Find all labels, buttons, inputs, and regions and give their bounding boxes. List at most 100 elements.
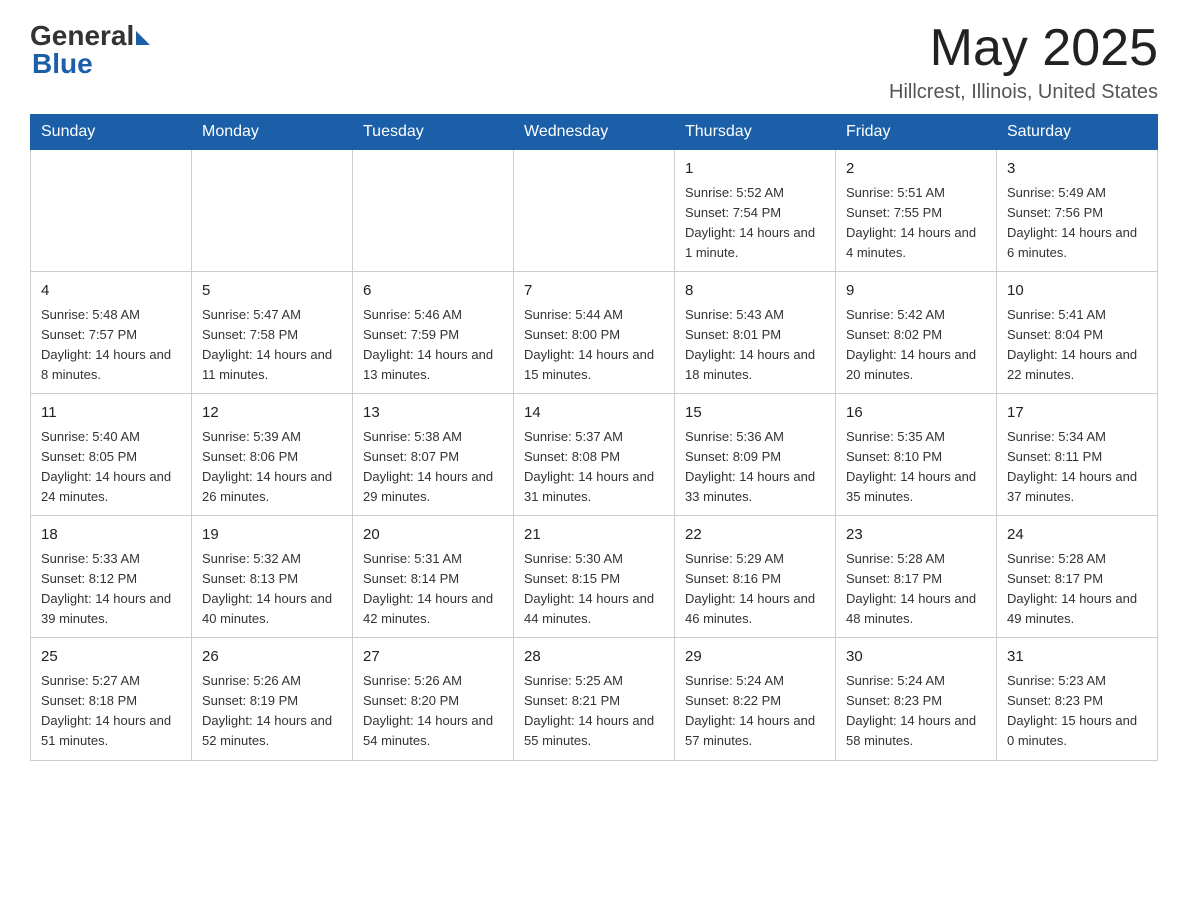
calendar-cell: 27Sunrise: 5:26 AM Sunset: 8:20 PM Dayli… <box>353 638 514 760</box>
weekday-header-monday: Monday <box>192 115 353 150</box>
calendar-table: SundayMondayTuesdayWednesdayThursdayFrid… <box>30 114 1158 760</box>
day-number: 3 <box>1007 158 1147 181</box>
logo-arrow-icon <box>136 31 150 45</box>
day-number: 20 <box>363 524 503 547</box>
day-number: 4 <box>41 280 181 303</box>
calendar-cell <box>192 150 353 272</box>
cell-info: Sunrise: 5:29 AM Sunset: 8:16 PM Dayligh… <box>685 549 825 630</box>
calendar-cell: 20Sunrise: 5:31 AM Sunset: 8:14 PM Dayli… <box>353 516 514 638</box>
calendar-cell: 26Sunrise: 5:26 AM Sunset: 8:19 PM Dayli… <box>192 638 353 760</box>
page-header: General Blue May 2025 Hillcrest, Illinoi… <box>30 20 1158 104</box>
day-number: 5 <box>202 280 342 303</box>
calendar-cell: 16Sunrise: 5:35 AM Sunset: 8:10 PM Dayli… <box>836 394 997 516</box>
day-number: 1 <box>685 158 825 181</box>
calendar-cell: 9Sunrise: 5:42 AM Sunset: 8:02 PM Daylig… <box>836 272 997 394</box>
cell-info: Sunrise: 5:46 AM Sunset: 7:59 PM Dayligh… <box>363 305 503 386</box>
calendar-cell: 18Sunrise: 5:33 AM Sunset: 8:12 PM Dayli… <box>31 516 192 638</box>
weekday-header-tuesday: Tuesday <box>353 115 514 150</box>
calendar-cell: 22Sunrise: 5:29 AM Sunset: 8:16 PM Dayli… <box>675 516 836 638</box>
cell-info: Sunrise: 5:32 AM Sunset: 8:13 PM Dayligh… <box>202 549 342 630</box>
day-number: 2 <box>846 158 986 181</box>
day-number: 29 <box>685 646 825 669</box>
day-number: 19 <box>202 524 342 547</box>
day-number: 26 <box>202 646 342 669</box>
calendar-cell: 2Sunrise: 5:51 AM Sunset: 7:55 PM Daylig… <box>836 150 997 272</box>
day-number: 24 <box>1007 524 1147 547</box>
day-number: 27 <box>363 646 503 669</box>
calendar-cell: 11Sunrise: 5:40 AM Sunset: 8:05 PM Dayli… <box>31 394 192 516</box>
cell-info: Sunrise: 5:36 AM Sunset: 8:09 PM Dayligh… <box>685 427 825 508</box>
day-number: 23 <box>846 524 986 547</box>
cell-info: Sunrise: 5:41 AM Sunset: 8:04 PM Dayligh… <box>1007 305 1147 386</box>
cell-info: Sunrise: 5:30 AM Sunset: 8:15 PM Dayligh… <box>524 549 664 630</box>
day-number: 10 <box>1007 280 1147 303</box>
calendar-cell: 1Sunrise: 5:52 AM Sunset: 7:54 PM Daylig… <box>675 150 836 272</box>
calendar-cell: 3Sunrise: 5:49 AM Sunset: 7:56 PM Daylig… <box>997 150 1158 272</box>
cell-info: Sunrise: 5:26 AM Sunset: 8:19 PM Dayligh… <box>202 671 342 752</box>
cell-info: Sunrise: 5:47 AM Sunset: 7:58 PM Dayligh… <box>202 305 342 386</box>
cell-info: Sunrise: 5:43 AM Sunset: 8:01 PM Dayligh… <box>685 305 825 386</box>
cell-info: Sunrise: 5:26 AM Sunset: 8:20 PM Dayligh… <box>363 671 503 752</box>
cell-info: Sunrise: 5:42 AM Sunset: 8:02 PM Dayligh… <box>846 305 986 386</box>
cell-info: Sunrise: 5:44 AM Sunset: 8:00 PM Dayligh… <box>524 305 664 386</box>
calendar-cell: 19Sunrise: 5:32 AM Sunset: 8:13 PM Dayli… <box>192 516 353 638</box>
calendar-cell: 24Sunrise: 5:28 AM Sunset: 8:17 PM Dayli… <box>997 516 1158 638</box>
cell-info: Sunrise: 5:52 AM Sunset: 7:54 PM Dayligh… <box>685 183 825 264</box>
calendar-cell: 21Sunrise: 5:30 AM Sunset: 8:15 PM Dayli… <box>514 516 675 638</box>
cell-info: Sunrise: 5:40 AM Sunset: 8:05 PM Dayligh… <box>41 427 181 508</box>
calendar-cell: 13Sunrise: 5:38 AM Sunset: 8:07 PM Dayli… <box>353 394 514 516</box>
cell-info: Sunrise: 5:33 AM Sunset: 8:12 PM Dayligh… <box>41 549 181 630</box>
cell-info: Sunrise: 5:38 AM Sunset: 8:07 PM Dayligh… <box>363 427 503 508</box>
calendar-cell: 12Sunrise: 5:39 AM Sunset: 8:06 PM Dayli… <box>192 394 353 516</box>
weekday-header-wednesday: Wednesday <box>514 115 675 150</box>
calendar-cell: 23Sunrise: 5:28 AM Sunset: 8:17 PM Dayli… <box>836 516 997 638</box>
logo-blue-text: Blue <box>32 48 93 80</box>
day-number: 12 <box>202 402 342 425</box>
calendar-week-row: 18Sunrise: 5:33 AM Sunset: 8:12 PM Dayli… <box>31 516 1158 638</box>
calendar-week-row: 11Sunrise: 5:40 AM Sunset: 8:05 PM Dayli… <box>31 394 1158 516</box>
calendar-cell: 5Sunrise: 5:47 AM Sunset: 7:58 PM Daylig… <box>192 272 353 394</box>
calendar-cell <box>353 150 514 272</box>
cell-info: Sunrise: 5:24 AM Sunset: 8:22 PM Dayligh… <box>685 671 825 752</box>
day-number: 13 <box>363 402 503 425</box>
calendar-week-row: 4Sunrise: 5:48 AM Sunset: 7:57 PM Daylig… <box>31 272 1158 394</box>
calendar-cell: 29Sunrise: 5:24 AM Sunset: 8:22 PM Dayli… <box>675 638 836 760</box>
calendar-week-row: 1Sunrise: 5:52 AM Sunset: 7:54 PM Daylig… <box>31 150 1158 272</box>
cell-info: Sunrise: 5:27 AM Sunset: 8:18 PM Dayligh… <box>41 671 181 752</box>
calendar-cell <box>31 150 192 272</box>
day-number: 8 <box>685 280 825 303</box>
location-text: Hillcrest, Illinois, United States <box>889 81 1158 104</box>
calendar-cell: 28Sunrise: 5:25 AM Sunset: 8:21 PM Dayli… <box>514 638 675 760</box>
day-number: 31 <box>1007 646 1147 669</box>
cell-info: Sunrise: 5:25 AM Sunset: 8:21 PM Dayligh… <box>524 671 664 752</box>
cell-info: Sunrise: 5:34 AM Sunset: 8:11 PM Dayligh… <box>1007 427 1147 508</box>
day-number: 18 <box>41 524 181 547</box>
calendar-cell: 15Sunrise: 5:36 AM Sunset: 8:09 PM Dayli… <box>675 394 836 516</box>
cell-info: Sunrise: 5:48 AM Sunset: 7:57 PM Dayligh… <box>41 305 181 386</box>
calendar-cell: 17Sunrise: 5:34 AM Sunset: 8:11 PM Dayli… <box>997 394 1158 516</box>
calendar-cell: 6Sunrise: 5:46 AM Sunset: 7:59 PM Daylig… <box>353 272 514 394</box>
cell-info: Sunrise: 5:31 AM Sunset: 8:14 PM Dayligh… <box>363 549 503 630</box>
cell-info: Sunrise: 5:39 AM Sunset: 8:06 PM Dayligh… <box>202 427 342 508</box>
cell-info: Sunrise: 5:24 AM Sunset: 8:23 PM Dayligh… <box>846 671 986 752</box>
calendar-cell <box>514 150 675 272</box>
day-number: 11 <box>41 402 181 425</box>
day-number: 14 <box>524 402 664 425</box>
cell-info: Sunrise: 5:49 AM Sunset: 7:56 PM Dayligh… <box>1007 183 1147 264</box>
weekday-header-friday: Friday <box>836 115 997 150</box>
day-number: 9 <box>846 280 986 303</box>
cell-info: Sunrise: 5:51 AM Sunset: 7:55 PM Dayligh… <box>846 183 986 264</box>
title-section: May 2025 Hillcrest, Illinois, United Sta… <box>889 20 1158 104</box>
day-number: 15 <box>685 402 825 425</box>
day-number: 22 <box>685 524 825 547</box>
day-number: 30 <box>846 646 986 669</box>
calendar-cell: 31Sunrise: 5:23 AM Sunset: 8:23 PM Dayli… <box>997 638 1158 760</box>
day-number: 6 <box>363 280 503 303</box>
day-number: 7 <box>524 280 664 303</box>
calendar-cell: 4Sunrise: 5:48 AM Sunset: 7:57 PM Daylig… <box>31 272 192 394</box>
weekday-header-sunday: Sunday <box>31 115 192 150</box>
day-number: 17 <box>1007 402 1147 425</box>
calendar-cell: 30Sunrise: 5:24 AM Sunset: 8:23 PM Dayli… <box>836 638 997 760</box>
weekday-header-saturday: Saturday <box>997 115 1158 150</box>
calendar-cell: 7Sunrise: 5:44 AM Sunset: 8:00 PM Daylig… <box>514 272 675 394</box>
